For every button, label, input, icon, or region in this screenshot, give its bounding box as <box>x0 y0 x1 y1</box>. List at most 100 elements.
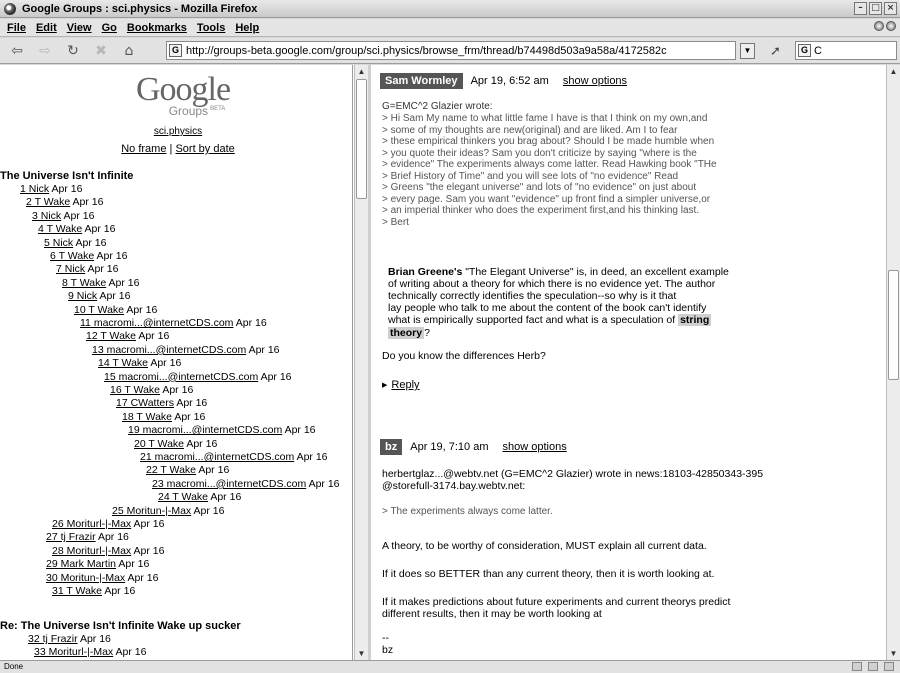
author-name[interactable]: Sam Wormley <box>380 73 463 89</box>
url-text[interactable]: http://groups-beta.google.com/group/sci.… <box>186 45 735 57</box>
thread-tree-item[interactable]: 19 macromi...@internetCDS.com Apr 16 <box>128 424 316 437</box>
thread-tree-item[interactable]: 24 T Wake Apr 16 <box>158 491 241 504</box>
tree-item-link[interactable]: 2 T Wake <box>26 196 70 208</box>
tree-item-link[interactable]: 24 T Wake <box>158 491 208 503</box>
tree-item-link[interactable]: 6 T Wake <box>50 250 94 262</box>
menu-bookmarks[interactable]: Bookmarks <box>122 22 192 34</box>
scroll-down-arrow-icon[interactable]: ▼ <box>355 647 368 660</box>
thread-tree-item[interactable]: 2 T Wake Apr 16 <box>26 196 103 209</box>
home-icon[interactable]: ⌂ <box>118 41 140 61</box>
tree-item-link[interactable]: 16 T Wake <box>110 384 160 396</box>
tree-item-link[interactable]: 22 T Wake <box>146 464 196 476</box>
thread-tree-item[interactable]: 33 Moriturl-|-Max Apr 16 <box>34 646 146 659</box>
tree-item-link[interactable]: 17 CWatters <box>116 397 174 409</box>
tree-item-link[interactable]: 28 Moriturl-|-Max <box>52 545 131 557</box>
tree-item-link[interactable]: 9 Nick <box>68 290 97 302</box>
tree-item-link[interactable]: 23 macromi...@internetCDS.com <box>152 478 306 490</box>
go-button-icon[interactable]: ➚ <box>770 43 788 61</box>
tree-item-link[interactable]: 12 T Wake <box>86 330 136 342</box>
thread-tree-item[interactable]: 8 T Wake Apr 16 <box>62 277 139 290</box>
tree-item-link[interactable]: 19 macromi...@internetCDS.com <box>128 424 282 436</box>
reply-link[interactable]: ▶ Reply <box>382 379 420 391</box>
thread-tree-item[interactable]: 23 macromi...@internetCDS.com Apr 16 <box>152 478 340 491</box>
tree-item-link[interactable]: 4 T Wake <box>38 223 82 235</box>
tree-item-link[interactable]: 3 Nick <box>32 210 61 222</box>
thread-tree-item[interactable]: 13 macromi...@internetCDS.com Apr 16 <box>92 344 280 357</box>
close-button[interactable]: × <box>884 2 897 15</box>
thread-tree-item[interactable]: 32 tj Frazir Apr 16 <box>28 633 111 646</box>
back-arrow-icon[interactable]: ⇦ <box>6 41 28 61</box>
search-input[interactable]: C <box>814 45 822 57</box>
thread-tree-item[interactable]: 3 Nick Apr 16 <box>32 210 94 223</box>
thread-tree-item[interactable]: 17 CWatters Apr 16 <box>116 397 207 410</box>
no-frame-link[interactable]: No frame <box>121 143 166 155</box>
print-icon[interactable] <box>852 662 862 671</box>
thread-tree-item[interactable]: 1 Nick Apr 16 <box>20 183 82 196</box>
tree-item-link[interactable]: 5 Nick <box>44 237 73 249</box>
menu-view[interactable]: View <box>62 22 97 34</box>
thread-title-reply[interactable]: Re: The Universe Isn't Infinite Wake up … <box>0 620 241 632</box>
menu-help[interactable]: Help <box>230 22 264 34</box>
google-groups-logo[interactable]: Google Groups BETA <box>118 73 248 121</box>
tree-item-link[interactable]: 32 tj Frazir <box>28 633 78 645</box>
tree-item-link[interactable]: 33 Moriturl-|-Max <box>34 646 113 658</box>
thread-tree-item[interactable]: 7 Nick Apr 16 <box>56 263 118 276</box>
tree-item-link[interactable]: 25 Moritun-|-Max <box>112 505 191 517</box>
forward-arrow-icon[interactable]: ⇨ <box>34 41 56 61</box>
search-box[interactable]: G C <box>795 41 897 60</box>
tree-item-link[interactable]: 7 Nick <box>56 263 85 275</box>
extension-icon[interactable] <box>884 662 894 671</box>
thread-tree-item[interactable]: 15 macromi...@internetCDS.com Apr 16 <box>104 371 292 384</box>
left-frame-scrollbar[interactable]: ▲ ▼ <box>354 65 368 660</box>
menu-edit[interactable]: Edit <box>31 22 62 34</box>
thread-title[interactable]: The Universe Isn't Infinite <box>0 170 133 182</box>
group-name-link[interactable]: sci.physics <box>0 126 352 137</box>
tree-item-link[interactable]: 1 Nick <box>20 183 49 195</box>
thread-tree-item[interactable]: 30 Moritun-|-Max Apr 16 <box>46 572 158 585</box>
tree-item-link[interactable]: 15 macromi...@internetCDS.com <box>104 371 258 383</box>
tree-item-link[interactable]: 10 T Wake <box>74 304 124 316</box>
tree-item-link[interactable]: 29 Mark Martin <box>46 558 116 570</box>
scroll-down-arrow-icon[interactable]: ▼ <box>887 647 900 660</box>
thread-tree-item[interactable]: 29 Mark Martin Apr 16 <box>46 558 149 571</box>
reload-icon[interactable]: ↻ <box>62 41 84 61</box>
right-frame-scrollbar[interactable]: ▲ ▼ <box>886 65 900 660</box>
scroll-thumb[interactable] <box>356 79 367 199</box>
tree-item-link[interactable]: 18 T Wake <box>122 411 172 423</box>
tree-item-link[interactable]: 20 T Wake <box>134 438 184 450</box>
scroll-up-arrow-icon[interactable]: ▲ <box>355 65 368 78</box>
address-bar[interactable]: G http://groups-beta.google.com/group/sc… <box>166 41 736 60</box>
thread-tree-item[interactable]: 9 Nick Apr 16 <box>68 290 130 303</box>
tree-item-link[interactable]: 11 macromi...@internetCDS.com <box>80 317 233 329</box>
thread-tree-item[interactable]: 26 Moriturl-|-Max Apr 16 <box>52 518 164 531</box>
thread-tree-item[interactable]: 25 Moritun-|-Max Apr 16 <box>112 505 224 518</box>
minimize-button[interactable]: – <box>854 2 867 15</box>
stop-icon[interactable]: ✖ <box>90 41 112 61</box>
thread-tree-item[interactable]: 4 T Wake Apr 16 <box>38 223 115 236</box>
maximize-button[interactable]: □ <box>869 2 882 15</box>
thread-tree-item[interactable]: 5 Nick Apr 16 <box>44 237 106 250</box>
thread-tree-item[interactable]: 14 T Wake Apr 16 <box>98 357 181 370</box>
tree-item-link[interactable]: 13 macromi...@internetCDS.com <box>92 344 246 356</box>
author-name[interactable]: bz <box>380 439 403 455</box>
thread-tree-item[interactable]: 22 T Wake Apr 16 <box>146 464 229 477</box>
scroll-thumb[interactable] <box>888 270 899 380</box>
thread-tree-item[interactable]: 12 T Wake Apr 16 <box>86 330 169 343</box>
tree-item-link[interactable]: 8 T Wake <box>62 277 106 289</box>
tree-item-link[interactable]: 14 T Wake <box>98 357 148 369</box>
tree-item-link[interactable]: 26 Moriturl-|-Max <box>52 518 131 530</box>
thread-tree-item[interactable]: 6 T Wake Apr 16 <box>50 250 127 263</box>
menu-file[interactable]: File <box>2 22 31 34</box>
tree-item-link[interactable]: 31 T Wake <box>52 585 102 597</box>
show-options-link[interactable]: show options <box>563 75 627 87</box>
thread-tree-item[interactable]: 20 T Wake Apr 16 <box>134 438 217 451</box>
google-search-engine-icon[interactable]: G <box>798 44 811 57</box>
menu-go[interactable]: Go <box>97 22 122 34</box>
show-options-link[interactable]: show options <box>503 441 567 453</box>
tree-item-link[interactable]: 30 Moritun-|-Max <box>46 572 125 584</box>
sort-by-date-link[interactable]: Sort by date <box>175 143 234 155</box>
thread-tree-item[interactable]: 11 macromi...@internetCDS.com Apr 16 <box>80 317 267 330</box>
thread-tree-item[interactable]: 21 macromi...@internetCDS.com Apr 16 <box>140 451 328 464</box>
thread-tree-item[interactable]: 16 T Wake Apr 16 <box>110 384 193 397</box>
tree-item-link[interactable]: 21 macromi...@internetCDS.com <box>140 451 294 463</box>
